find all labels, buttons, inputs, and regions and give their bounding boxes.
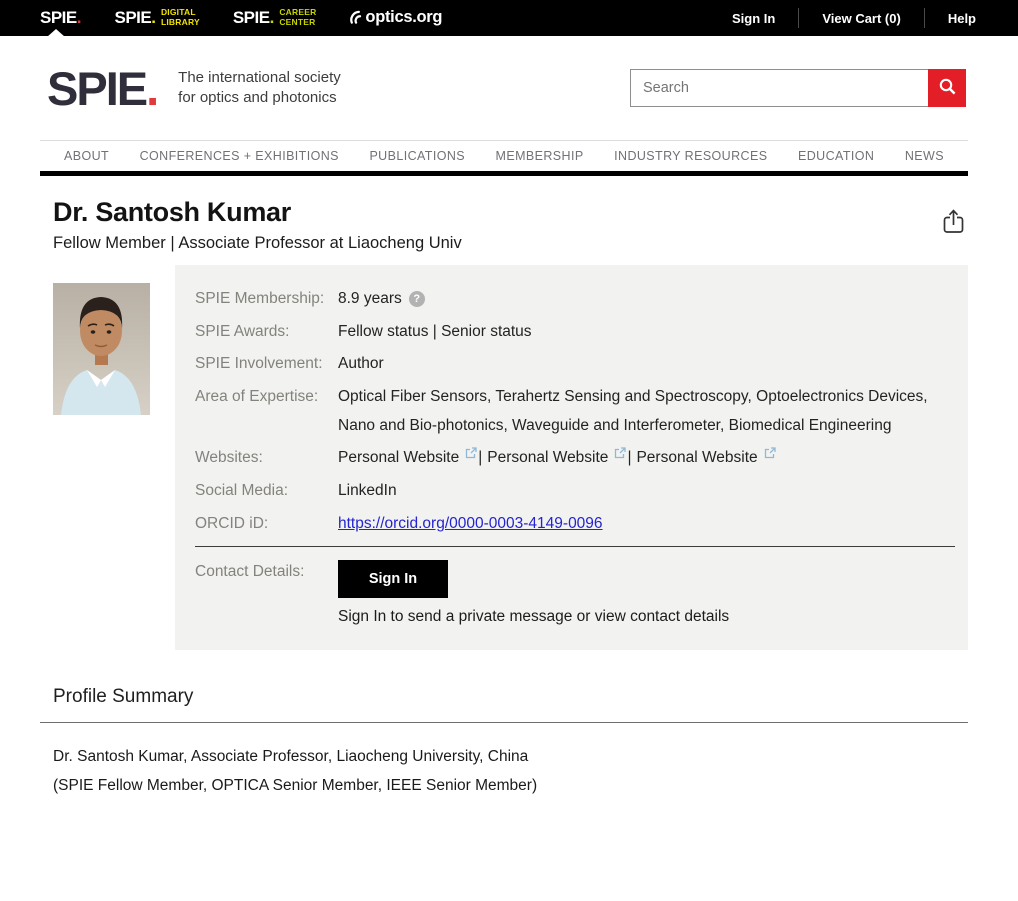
share-button[interactable] xyxy=(942,208,965,238)
social-media-row: Social Media: LinkedIn xyxy=(195,477,955,506)
share-icon xyxy=(942,223,965,238)
sign-in-note: Sign In to send a private message or vie… xyxy=(338,605,955,630)
awards-row: SPIE Awards: Fellow status | Senior stat… xyxy=(195,318,955,347)
nav-education[interactable]: EDUCATION xyxy=(798,149,874,163)
personal-website-link-2[interactable]: Personal Website xyxy=(487,444,608,473)
optics-org-label: optics.org xyxy=(365,8,442,27)
section-divider xyxy=(40,722,968,723)
profile-subtitle: Fellow Member | Associate Professor at L… xyxy=(53,234,968,253)
membership-value: 8.9 years ? xyxy=(338,285,955,314)
orcid-row: ORCID iD: https://orcid.org/0000-0003-41… xyxy=(195,510,955,539)
nav-conferences-exhibitions[interactable]: CONFERENCES + EXHIBITIONS xyxy=(140,149,339,163)
nav-news[interactable]: NEWS xyxy=(905,149,944,163)
field-label: SPIE Involvement: xyxy=(195,350,338,379)
help-link[interactable]: Help xyxy=(925,11,976,26)
topbar-optics-org-link[interactable]: optics.org xyxy=(349,8,442,29)
websites-value: Personal Website | Personal Website | xyxy=(338,444,955,473)
search-bar xyxy=(630,69,966,107)
main-navigation: ABOUT CONFERENCES + EXHIBITIONS PUBLICAT… xyxy=(40,140,968,176)
help-tooltip-icon[interactable]: ? xyxy=(409,291,425,307)
field-label: SPIE Awards: xyxy=(195,318,338,347)
nav-membership[interactable]: MEMBERSHIP xyxy=(496,149,584,163)
membership-row: SPIE Membership: 8.9 years ? xyxy=(195,285,955,314)
digital-library-label: DIGITAL LIBRARY xyxy=(161,8,200,28)
view-cart-link[interactable]: View Cart (0) xyxy=(799,11,924,26)
profile-photo xyxy=(53,283,175,420)
field-label: Websites: xyxy=(195,444,338,473)
profile-header: Dr. Santosh Kumar Fellow Member | Associ… xyxy=(53,176,968,253)
awards-value: Fellow status | Senior status xyxy=(338,318,955,347)
spie-logo[interactable]: SPIE. xyxy=(47,65,159,112)
personal-website-link-1[interactable]: Personal Website xyxy=(338,444,459,473)
spie-wordmark: SPIE. xyxy=(40,8,81,28)
personal-website-link-3[interactable]: Personal Website xyxy=(636,444,757,473)
topbar-spie-home-link[interactable]: SPIE. xyxy=(40,0,81,36)
field-label: Contact Details: xyxy=(195,558,338,587)
nav-about[interactable]: ABOUT xyxy=(64,149,109,163)
summary-text: Dr. Santosh Kumar, Associate Professor, … xyxy=(40,743,968,800)
field-label: Social Media: xyxy=(195,477,338,506)
sign-in-link[interactable]: Sign In xyxy=(709,11,798,26)
contact-details-row: Contact Details: Sign In Sign In to send… xyxy=(195,558,955,630)
field-label: SPIE Membership: xyxy=(195,285,338,314)
sign-in-button[interactable]: Sign In xyxy=(338,560,448,598)
member-info-card: SPIE Membership: 8.9 years ? SPIE Awards… xyxy=(175,265,968,650)
field-label: Area of Expertise: xyxy=(195,383,338,412)
search-button[interactable] xyxy=(928,69,966,107)
topbar-digital-library-link[interactable]: SPIE. DIGITAL LIBRARY xyxy=(114,0,199,36)
career-center-label: CAREER CENTER xyxy=(279,8,316,28)
profile-summary-section: Profile Summary Dr. Santosh Kumar, Assoc… xyxy=(40,686,968,800)
topbar-career-center-link[interactable]: SPIE. CAREER CENTER xyxy=(233,0,317,36)
involvement-value: Author xyxy=(338,350,955,379)
expertise-value: Optical Fiber Sensors, Terahertz Sensing… xyxy=(338,383,955,440)
linkedin-link[interactable]: LinkedIn xyxy=(338,477,955,506)
section-heading: Profile Summary xyxy=(40,686,968,708)
site-header: SPIE. The international society for opti… xyxy=(0,36,1018,140)
external-link-icon xyxy=(764,441,776,470)
card-divider xyxy=(195,546,955,547)
expertise-row: Area of Expertise: Optical Fiber Sensors… xyxy=(195,383,955,440)
topbar-brand-links: SPIE. SPIE. DIGITAL LIBRARY SPIE. CAREER… xyxy=(40,0,442,36)
field-label: ORCID iD: xyxy=(195,510,338,539)
profile-body: SPIE Membership: 8.9 years ? SPIE Awards… xyxy=(53,265,968,650)
spie-wordmark: SPIE. xyxy=(233,8,274,28)
signal-arcs-icon xyxy=(349,10,364,29)
topbar-user-links: Sign In View Cart (0) Help xyxy=(709,8,976,28)
page-title: Dr. Santosh Kumar xyxy=(53,197,968,228)
nav-publications[interactable]: PUBLICATIONS xyxy=(369,149,465,163)
search-icon xyxy=(938,77,957,99)
websites-row: Websites: Personal Website | Personal We… xyxy=(195,444,955,473)
contact-details-value: Sign In Sign In to send a private messag… xyxy=(338,558,955,630)
search-input[interactable] xyxy=(630,69,928,107)
orcid-link[interactable]: https://orcid.org/0000-0003-4149-0096 xyxy=(338,515,603,532)
external-link-icon xyxy=(465,441,477,470)
spie-tagline: The international society for optics and… xyxy=(178,68,341,109)
external-link-icon xyxy=(614,441,626,470)
involvement-row: SPIE Involvement: Author xyxy=(195,350,955,379)
nav-industry-resources[interactable]: INDUSTRY RESOURCES xyxy=(614,149,767,163)
spie-wordmark: SPIE. xyxy=(114,8,155,28)
active-tab-indicator xyxy=(47,29,65,37)
top-black-bar: SPIE. SPIE. DIGITAL LIBRARY SPIE. CAREER… xyxy=(0,0,1018,36)
photo-column xyxy=(53,265,175,420)
